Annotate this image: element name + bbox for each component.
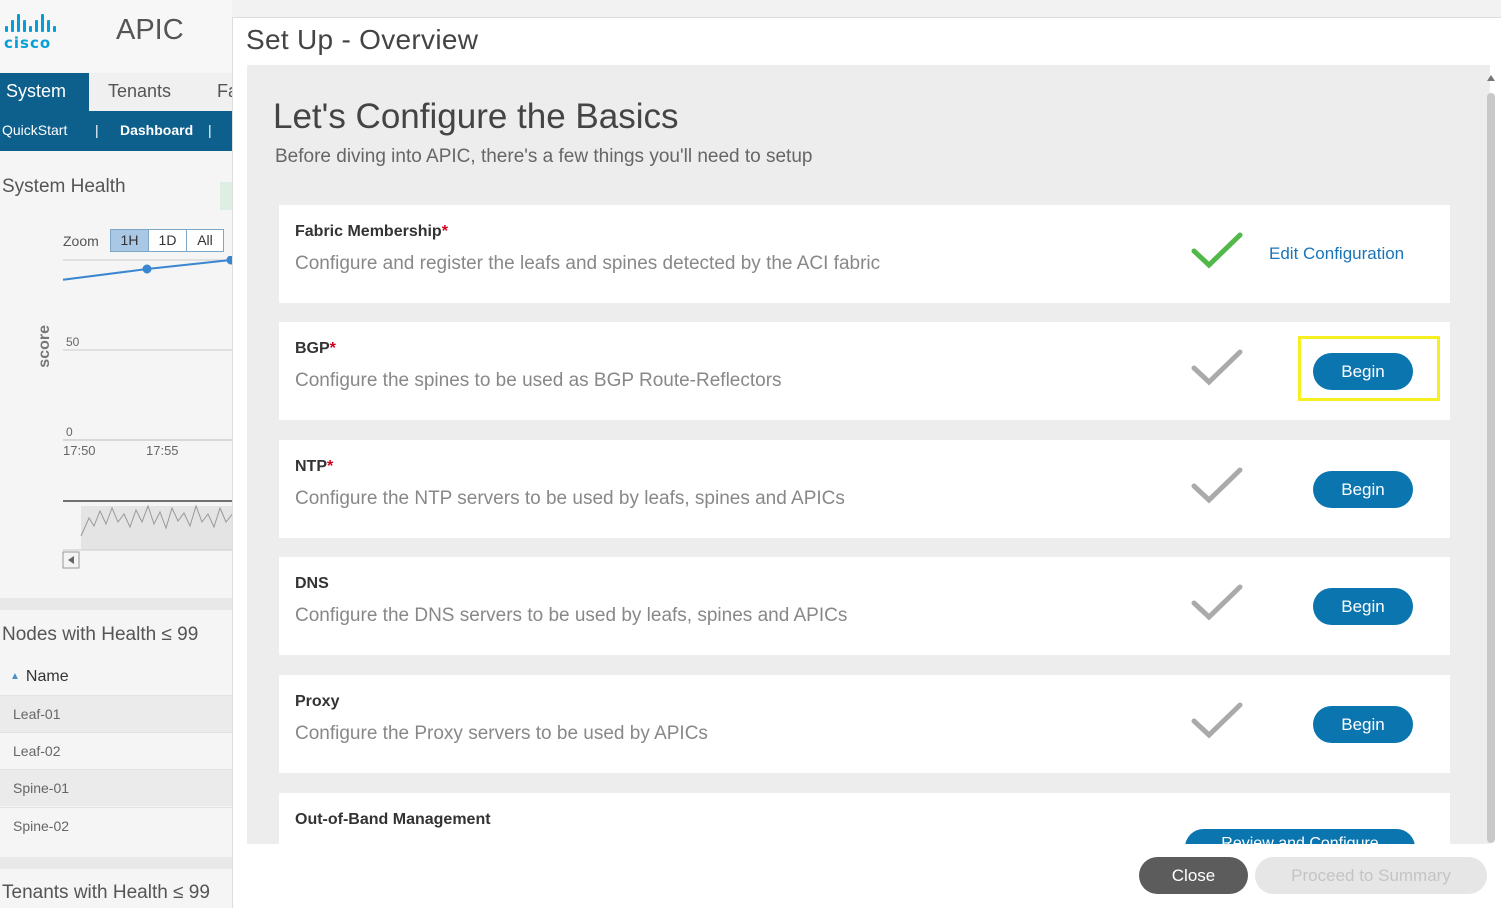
- card-title: Out-of-Band Management: [295, 811, 491, 828]
- setup-card-ntp: NTP* Configure the NTP servers to be use…: [279, 440, 1450, 538]
- close-button[interactable]: Close: [1139, 857, 1248, 894]
- top-bar: cisco APIC: [0, 0, 232, 72]
- zoom-all-button[interactable]: All: [187, 230, 223, 251]
- cisco-wordmark: cisco: [4, 34, 52, 52]
- check-icon: [1191, 232, 1243, 269]
- table-row[interactable]: Leaf-01: [0, 695, 232, 732]
- check-icon: [1191, 467, 1243, 504]
- card-title-text: BGP: [295, 340, 330, 357]
- required-mark: *: [329, 340, 336, 357]
- card-description: Configure the DNS servers to be used by …: [295, 605, 848, 626]
- card-description: Configure the spines to be used as BGP R…: [295, 370, 782, 391]
- setup-card-oob-management: Out-of-Band Management Review and Config…: [279, 793, 1450, 844]
- apic-background-app: cisco APIC System Tenants Fa QuickStart …: [0, 0, 232, 908]
- name-column-header[interactable]: ▲ Name: [10, 668, 69, 686]
- table-row[interactable]: Spine-02: [0, 807, 232, 844]
- card-title: DNS: [295, 575, 329, 592]
- data-point[interactable]: [142, 264, 152, 274]
- modal-body: Let's Configure the Basics Before diving…: [247, 65, 1490, 844]
- setup-overview-modal: Set Up - Overview Let's Configure the Ba…: [232, 17, 1501, 908]
- card-description: Configure the Proxy servers to be used b…: [295, 723, 708, 744]
- cisco-bars-icon: [5, 12, 70, 32]
- zoom-1h-button[interactable]: 1H: [111, 230, 149, 251]
- check-icon: [1191, 349, 1243, 386]
- begin-button-bgp[interactable]: Begin: [1313, 353, 1413, 390]
- sort-asc-icon: ▲: [10, 671, 20, 682]
- section-separator: [0, 598, 232, 610]
- x-tick-label: 17:55: [146, 443, 179, 458]
- page-heading: Let's Configure the Basics: [273, 97, 679, 136]
- review-and-configure-button[interactable]: Review and Configure: [1185, 829, 1415, 844]
- table-row[interactable]: Spine-01: [0, 769, 232, 806]
- card-title-text: NTP: [295, 458, 327, 475]
- modal-title: Set Up - Overview: [246, 24, 479, 55]
- screen: cisco APIC System Tenants Fa QuickStart …: [0, 0, 1501, 908]
- health-chart: 50 0 17:50 17:55: [62, 256, 232, 569]
- setup-card-fabric-membership: Fabric Membership* Configure and registe…: [279, 205, 1450, 303]
- card-title: NTP*: [295, 458, 333, 476]
- health-tag: [220, 182, 232, 210]
- zoom-label: Zoom: [63, 233, 99, 249]
- card-description: Configure the NTP servers to be used by …: [295, 488, 845, 509]
- setup-card-bgp: BGP* Configure the spines to be used as …: [279, 322, 1450, 420]
- tab-system[interactable]: System: [0, 73, 89, 111]
- check-icon: [1191, 702, 1243, 739]
- card-title: BGP*: [295, 340, 336, 358]
- tenants-health-title: Tenants with Health ≤ 99: [2, 882, 210, 903]
- subnav-dashboard[interactable]: Dashboard: [120, 122, 193, 138]
- card-title: Proxy: [295, 693, 340, 710]
- check-icon: [1191, 584, 1243, 621]
- main-nav: System Tenants Fa: [0, 73, 232, 111]
- zoom-1d-button[interactable]: 1D: [149, 230, 187, 251]
- app-title: APIC: [116, 14, 184, 46]
- y-tick-label: 0: [66, 425, 73, 439]
- y-tick-label: 50: [66, 335, 80, 349]
- name-column-label: Name: [25, 668, 69, 685]
- subnav-separator: |: [95, 122, 99, 138]
- zoom-control: 1H 1D All: [110, 229, 224, 252]
- required-mark: *: [327, 458, 334, 475]
- scroll-thumb[interactable]: [1487, 93, 1495, 843]
- nodes-health-title: Nodes with Health ≤ 99: [2, 624, 199, 645]
- required-mark: *: [441, 223, 448, 240]
- proceed-to-summary-button[interactable]: Proceed to Summary: [1255, 857, 1487, 894]
- page-subheading: Before diving into APIC, there's a few t…: [275, 146, 813, 167]
- begin-button-dns[interactable]: Begin: [1313, 588, 1413, 625]
- begin-button-ntp[interactable]: Begin: [1313, 471, 1413, 508]
- subnav-separator: |: [208, 122, 212, 138]
- table-row[interactable]: Leaf-02: [0, 732, 232, 769]
- card-title-text: Fabric Membership: [295, 223, 442, 240]
- cisco-logo: cisco: [4, 12, 70, 52]
- card-description: Configure and register the leafs and spi…: [295, 253, 881, 274]
- tab-tenants[interactable]: Tenants: [108, 73, 171, 111]
- edit-configuration-link[interactable]: Edit Configuration: [1269, 244, 1404, 264]
- setup-card-proxy: Proxy Configure the Proxy servers to be …: [279, 675, 1450, 773]
- x-tick-label: 17:50: [63, 443, 96, 458]
- navigator-range[interactable]: [81, 506, 232, 550]
- sub-nav: QuickStart | Dashboard |: [0, 111, 232, 151]
- system-health-title: System Health: [2, 176, 126, 197]
- section-separator: [0, 857, 232, 869]
- scroll-up-icon[interactable]: [1487, 75, 1495, 81]
- setup-card-dns: DNS Configure the DNS servers to be used…: [279, 557, 1450, 655]
- card-title: Fabric Membership*: [295, 223, 448, 241]
- subnav-quickstart[interactable]: QuickStart: [2, 122, 67, 138]
- modal-scrollbar[interactable]: [1483, 71, 1499, 844]
- tab-fabric[interactable]: Fa: [217, 73, 232, 111]
- begin-button-proxy[interactable]: Begin: [1313, 706, 1413, 743]
